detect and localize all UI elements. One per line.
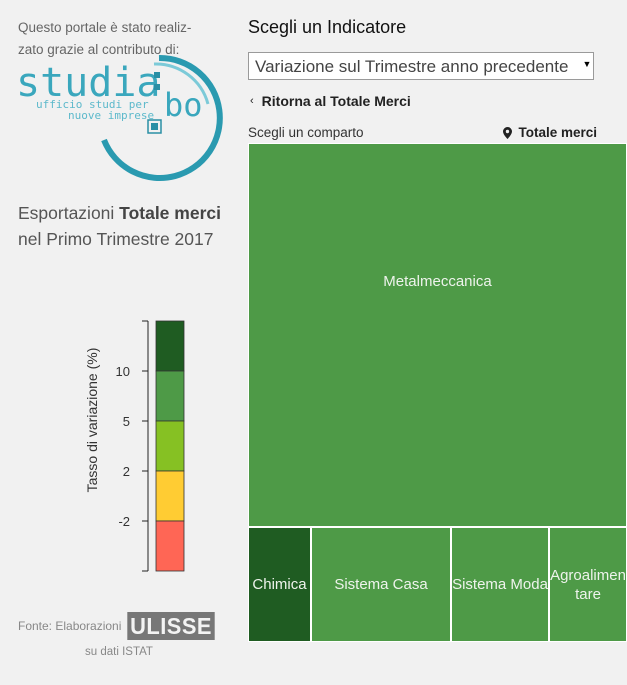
- intro-line-1: Questo portale è stato realiz-: [18, 20, 192, 35]
- sector-treemap: Metalmeccanica Chimica Sistema Casa Sist…: [248, 143, 627, 642]
- data-source: Fonte: Elaborazioni ULISSE su dati ISTAT: [18, 612, 228, 658]
- legend-tick-label: 2: [123, 464, 130, 479]
- chevron-left-icon: ‹: [250, 95, 254, 107]
- treemap-label: Chimica: [252, 576, 307, 593]
- indicator-select[interactable]: Variazione sul Trimestre anno precedente…: [248, 52, 594, 80]
- legend-tick-label: 5: [123, 414, 130, 429]
- treemap-label: Sistema Casa: [334, 576, 428, 593]
- legend-swatch: [155, 370, 185, 422]
- total-merci-label: Totale merci: [518, 125, 597, 140]
- total-merci-breadcrumb[interactable]: Totale merci: [503, 125, 597, 140]
- logo-suffix: bo: [164, 86, 203, 124]
- source-prefix: Fonte: Elaborazioni: [18, 619, 122, 633]
- dropdown-arrow-icon[interactable]: ▼: [581, 53, 593, 79]
- treemap-cell-chimica[interactable]: Chimica: [248, 527, 311, 642]
- sidebar: Questo portale è stato realiz- zato graz…: [0, 0, 230, 685]
- treemap-cell-sistema-moda[interactable]: Sistema Moda: [451, 527, 549, 642]
- treemap-label: Sistema Moda: [452, 576, 548, 593]
- legend-tick-label: 10: [116, 364, 130, 379]
- logo-tagline-2: nuove imprese: [68, 109, 154, 122]
- page-headline: Esportazioni Totale merci nel Primo Trim…: [18, 200, 224, 252]
- map-pin-icon: [503, 126, 513, 139]
- legend-swatch: [155, 470, 185, 522]
- legend-swatch: [155, 320, 185, 372]
- headline-subject: Totale merci: [119, 203, 221, 223]
- ulisse-logo[interactable]: ULISSE: [127, 612, 216, 640]
- main-panel: Scegli un Indicatore Variazione sul Trim…: [248, 0, 627, 685]
- headline-period: nel Primo Trimestre 2017: [18, 229, 214, 249]
- color-legend: Tasso di variazione (%) 10 5 2 -2: [84, 320, 185, 572]
- legend-tick-label: -2: [118, 514, 130, 529]
- treemap-label: Agroalimen tare: [550, 566, 626, 603]
- legend-swatch: [155, 520, 185, 572]
- studiabo-logo[interactable]: studia bo ufficio studi per nuove impres…: [14, 54, 224, 184]
- indicator-select-value: Variazione sul Trimestre anno precedente: [255, 57, 569, 76]
- source-suffix: su dati ISTAT: [85, 646, 153, 658]
- treemap-cell-sistema-casa[interactable]: Sistema Casa: [311, 527, 451, 642]
- treemap-cell-metalmeccanica[interactable]: Metalmeccanica: [248, 143, 627, 527]
- treemap-cell-agroalimentare[interactable]: Agroalimen tare: [549, 527, 627, 642]
- indicator-title: Scegli un Indicatore: [248, 17, 407, 37]
- treemap-label: Metalmeccanica: [383, 273, 492, 290]
- back-to-total-link[interactable]: ‹ Ritorna al Totale Merci: [250, 93, 411, 109]
- choose-sector-label: Scegli un comparto: [248, 125, 364, 140]
- legend-swatch: [155, 420, 185, 472]
- headline-prefix: Esportazioni: [18, 203, 120, 223]
- legend-axis-label: Tasso di variazione (%): [84, 348, 100, 493]
- back-link-label: Ritorna al Totale Merci: [261, 93, 411, 109]
